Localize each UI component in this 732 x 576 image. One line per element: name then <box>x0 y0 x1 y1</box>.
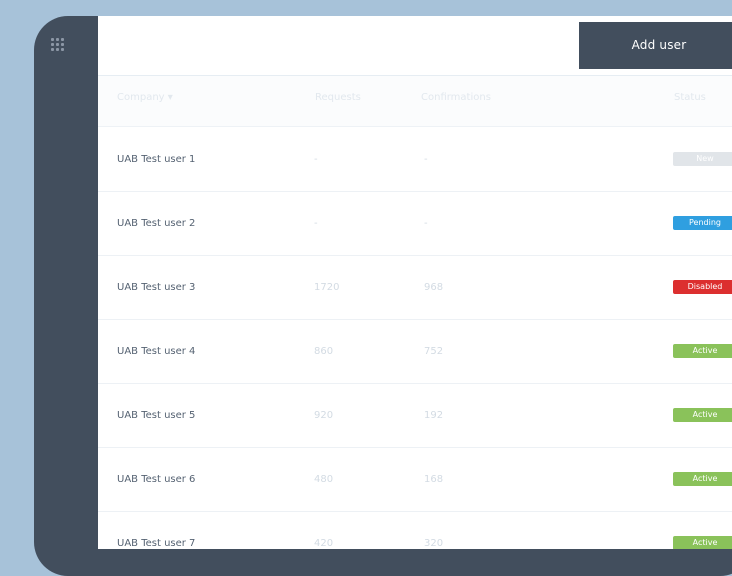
status-badge: Pending <box>673 216 732 230</box>
status-badge: New <box>673 152 732 166</box>
table-row[interactable]: UAB Test user 7 420 320 Active <box>98 512 732 549</box>
confirmations-cell: 168 <box>424 474 444 485</box>
confirmations-cell: 192 <box>424 410 444 421</box>
status-badge: Disabled <box>673 280 732 294</box>
table-row[interactable]: UAB Test user 6 480 168 Active <box>98 448 732 512</box>
company-cell: UAB Test user 1 <box>117 154 196 165</box>
requests-cell: 860 <box>314 346 334 357</box>
confirmations-cell: - <box>424 154 428 165</box>
company-cell: UAB Test user 6 <box>117 474 196 485</box>
requests-cell: - <box>314 154 318 165</box>
confirmations-cell: 320 <box>424 538 444 549</box>
status-badge: Active <box>673 344 732 358</box>
status-badge: Active <box>673 472 732 486</box>
confirmations-cell: 752 <box>424 346 444 357</box>
grid-icon[interactable] <box>51 38 64 51</box>
requests-cell: 480 <box>314 474 334 485</box>
table-row[interactable]: UAB Test user 5 920 192 Active <box>98 384 732 448</box>
status-badge: Active <box>673 408 732 422</box>
company-cell: UAB Test user 4 <box>117 346 196 357</box>
table-header: Company ▾ Requests Confirmations Status <box>98 76 732 127</box>
users-table-body: UAB Test user 1 - - New UAB Test user 2 … <box>98 128 732 549</box>
table-row[interactable]: UAB Test user 1 - - New <box>98 128 732 192</box>
company-cell: UAB Test user 3 <box>117 282 196 293</box>
column-company[interactable]: Company ▾ <box>117 92 173 103</box>
table-row[interactable]: UAB Test user 4 860 752 Active <box>98 320 732 384</box>
confirmations-cell: 968 <box>424 282 444 293</box>
requests-cell: 1720 <box>314 282 340 293</box>
confirmations-cell: - <box>424 218 428 229</box>
column-confirmations: Confirmations <box>421 92 491 103</box>
table-row[interactable]: UAB Test user 3 1720 968 Disabled <box>98 256 732 320</box>
company-cell: UAB Test user 2 <box>117 218 196 229</box>
company-cell: UAB Test user 7 <box>117 538 196 549</box>
requests-cell: 920 <box>314 410 334 421</box>
main-panel: Add user Company ▾ Requests Confirmation… <box>98 16 732 549</box>
company-cell: UAB Test user 5 <box>117 410 196 421</box>
requests-cell: - <box>314 218 318 229</box>
top-bar: Add user <box>98 16 732 76</box>
requests-cell: 420 <box>314 538 334 549</box>
status-badge: Active <box>673 536 732 549</box>
column-requests: Requests <box>315 92 361 103</box>
table-row[interactable]: UAB Test user 2 - - Pending <box>98 192 732 256</box>
column-status: Status <box>674 92 706 103</box>
add-user-button[interactable]: Add user <box>579 22 732 69</box>
